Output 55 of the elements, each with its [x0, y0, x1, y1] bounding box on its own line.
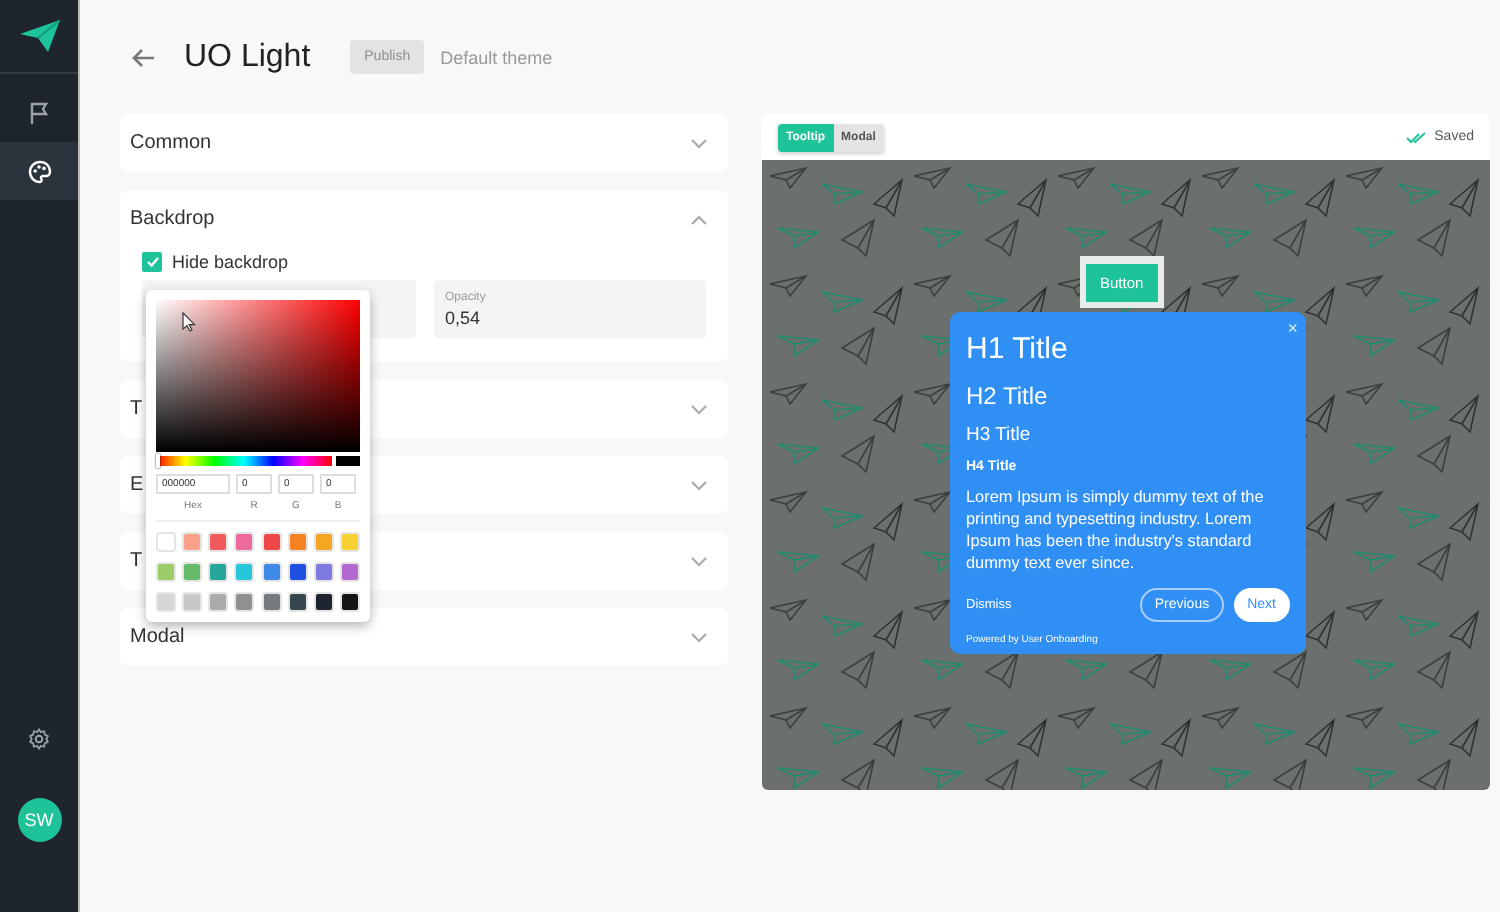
color-swatch[interactable]	[339, 592, 360, 612]
color-swatch[interactable]	[182, 592, 203, 612]
color-swatch[interactable]	[287, 532, 308, 552]
chevron-icon[interactable]	[690, 555, 708, 567]
checkbox-label: Hide backdrop	[172, 252, 289, 272]
color-swatch[interactable]	[234, 592, 255, 612]
color-swatch[interactable]	[156, 592, 176, 612]
color-swatch[interactable]	[261, 532, 282, 552]
saturation-area[interactable]	[156, 300, 360, 452]
color-swatch[interactable]	[234, 532, 255, 552]
heading-three: H3 Title	[966, 424, 1033, 446]
color-swatch[interactable]	[182, 562, 203, 582]
section-title[interactable]: T	[130, 398, 143, 420]
color-swatch[interactable]	[313, 532, 334, 552]
paper-plane-logo[interactable]	[19, 20, 59, 52]
settings-icon[interactable]	[28, 728, 50, 750]
color-swatch[interactable]	[234, 562, 255, 582]
section-title[interactable]: Backdrop	[130, 208, 215, 230]
heading-one: H1 Title	[966, 332, 1070, 366]
color-swatch[interactable]	[208, 562, 229, 582]
checkbox[interactable]	[142, 252, 162, 272]
chevron-icon[interactable]	[690, 631, 708, 643]
palette-nav-item[interactable]	[0, 142, 78, 200]
flag-icon	[28, 101, 50, 125]
theme-title: UO Light	[184, 39, 311, 75]
tooltip-text: Lorem Ipsum is simply dummy text of the printing and typesetting industry. Lorem Ipsum has been the industry's standard dummy text ever since.	[966, 486, 1266, 574]
color-swatch[interactable]	[287, 562, 308, 582]
heading-two: H2 Title	[966, 382, 1050, 410]
section-title[interactable]: Common	[130, 132, 212, 154]
back-arrow-icon[interactable]	[132, 47, 156, 67]
chevron-icon[interactable]	[690, 137, 708, 149]
mouse-cursor-icon	[182, 312, 196, 332]
color-swatch[interactable]	[156, 562, 176, 582]
color-swatch[interactable]	[156, 532, 176, 552]
current-color-swatch	[336, 456, 360, 466]
section-title[interactable]: T	[130, 550, 143, 572]
color-swatch[interactable]	[313, 592, 334, 612]
palette-icon	[27, 159, 51, 183]
hue-slider[interactable]	[156, 456, 332, 466]
chevron-icon[interactable]	[690, 213, 708, 225]
section-title[interactable]: Modal	[130, 626, 185, 648]
color-swatch[interactable]	[261, 592, 282, 612]
section-title[interactable]: E	[130, 474, 144, 496]
color-swatch[interactable]	[339, 562, 360, 582]
theme-name: Default theme	[440, 47, 553, 67]
color-swatch[interactable]	[208, 532, 229, 552]
color-swatch[interactable]	[208, 592, 229, 612]
chevron-icon[interactable]	[690, 403, 708, 415]
color-swatch[interactable]	[313, 562, 334, 582]
color-swatch[interactable]	[261, 562, 282, 582]
color-swatch[interactable]	[339, 532, 360, 552]
double-check-icon	[1406, 131, 1427, 143]
color-swatch[interactable]	[182, 532, 203, 552]
color-swatch[interactable]	[287, 592, 308, 612]
chevron-icon[interactable]	[690, 479, 708, 491]
